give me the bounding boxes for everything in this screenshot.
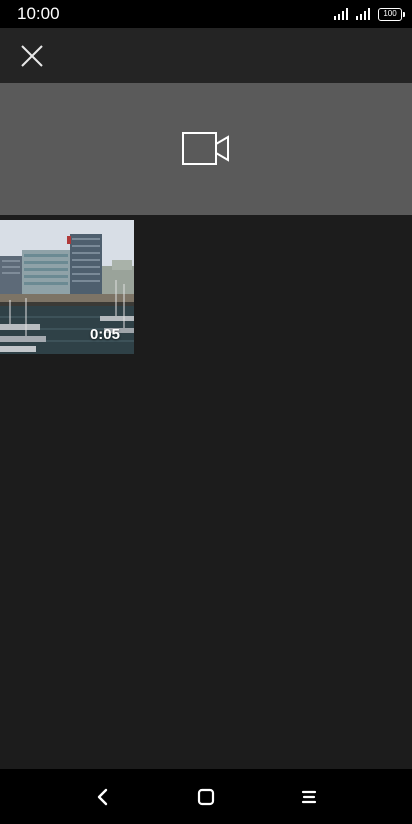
back-button[interactable] (87, 781, 119, 813)
video-thumbnail[interactable]: 0:05 (0, 220, 134, 354)
home-icon (197, 788, 215, 806)
record-video-button[interactable] (0, 83, 412, 215)
navigation-bar (0, 769, 412, 824)
media-picker-screen: 10:00 100 0:05 (0, 0, 412, 824)
battery-icon: 100 (378, 7, 405, 21)
video-duration: 0:05 (89, 326, 120, 343)
menu-icon (301, 790, 317, 804)
back-icon (97, 788, 108, 806)
app-bar (0, 28, 412, 83)
close-button[interactable] (12, 36, 52, 76)
menu-button[interactable] (293, 781, 325, 813)
status-time: 10:00 (17, 4, 60, 23)
video-camera-icon (182, 132, 229, 165)
signal-icon (334, 8, 348, 20)
close-icon (21, 45, 43, 67)
status-icons: 100 (334, 6, 405, 22)
signal-icon (356, 8, 370, 20)
home-button[interactable] (190, 781, 222, 813)
status-bar: 10:00 100 (0, 0, 412, 28)
battery-level: 100 (383, 9, 397, 18)
